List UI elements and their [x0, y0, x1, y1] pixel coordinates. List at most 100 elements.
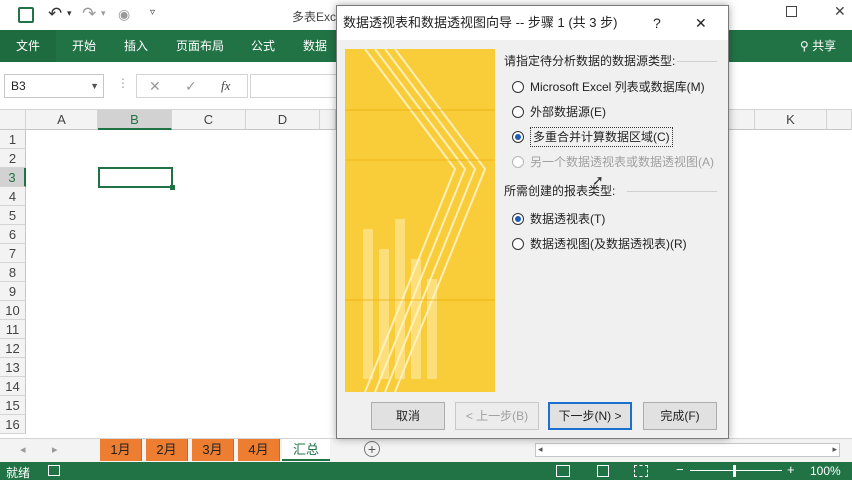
- next-button[interactable]: 下一步(N) >: [548, 402, 632, 430]
- column-header-d[interactable]: D: [246, 110, 320, 130]
- normal-view-icon[interactable]: [556, 465, 570, 477]
- row-header[interactable]: 12: [0, 339, 26, 358]
- macro-record-icon[interactable]: [48, 465, 60, 476]
- close-icon[interactable]: ✕: [695, 6, 707, 40]
- row-header[interactable]: 11: [0, 320, 26, 339]
- zoom-slider-thumb[interactable]: [733, 465, 736, 477]
- pivot-wizard-dialog: 数据透视表和数据透视图向导 -- 步骤 1 (共 3 步) ? ✕ 请指定待分析…: [336, 5, 729, 439]
- name-box[interactable]: B3 ▼: [4, 74, 104, 98]
- tab-insert[interactable]: 插入: [114, 30, 158, 62]
- touch-mode-icon[interactable]: ◉: [118, 6, 130, 23]
- sheet-tab-feb[interactable]: 2月: [146, 439, 188, 461]
- scroll-right-icon[interactable]: ▸: [52, 443, 58, 456]
- radio-pivot-chart[interactable]: [512, 238, 524, 250]
- row-header[interactable]: 3: [0, 168, 26, 187]
- option-excel-list-label: Microsoft Excel 列表或数据库(M): [530, 80, 705, 94]
- row-header[interactable]: 9: [0, 282, 26, 301]
- finish-button[interactable]: 完成(F): [643, 402, 717, 430]
- option-pivot-table-label: 数据透视表(T): [530, 212, 606, 226]
- column-header-c[interactable]: C: [172, 110, 246, 130]
- cancel-entry-icon[interactable]: ✕: [149, 78, 161, 95]
- help-button[interactable]: ?: [653, 6, 661, 40]
- back-button: < 上一步(B): [455, 402, 539, 430]
- row-header[interactable]: 8: [0, 263, 26, 282]
- zoom-out-icon[interactable]: −: [676, 462, 684, 477]
- save-icon[interactable]: [18, 7, 34, 23]
- share-button[interactable]: ⚲ 共享: [788, 30, 848, 62]
- tab-page-layout[interactable]: 页面布局: [166, 30, 234, 62]
- column-header-a[interactable]: A: [26, 110, 98, 130]
- row-header[interactable]: 16: [0, 415, 26, 434]
- group-divider: [627, 191, 717, 192]
- sheet-tab-mar[interactable]: 3月: [192, 439, 234, 461]
- sheet-tab-jan[interactable]: 1月: [100, 439, 142, 461]
- close-window-icon[interactable]: ✕: [834, 3, 846, 20]
- horizontal-scrollbar[interactable]: ◂ ▸: [535, 443, 840, 457]
- tab-home[interactable]: 开始: [62, 30, 106, 62]
- option-multiple-ranges-label: 多重合并计算数据区域(C): [530, 127, 673, 147]
- sheet-tab-bar: ◂ ▸ 1月 2月 3月 4月 汇总 + ◂ ▸: [0, 438, 852, 462]
- page-break-view-icon[interactable]: [634, 465, 648, 477]
- radio-pivot-table[interactable]: [512, 213, 524, 225]
- scrollbar-right-arrow-icon[interactable]: ▸: [832, 444, 837, 455]
- redo-icon[interactable]: ↷: [82, 4, 96, 24]
- redo-dropdown-icon[interactable]: ▾: [101, 8, 106, 19]
- zoom-slider[interactable]: [690, 470, 782, 471]
- row-header[interactable]: 15: [0, 396, 26, 415]
- sheet-tab-apr[interactable]: 4月: [238, 439, 280, 461]
- restore-icon[interactable]: [786, 6, 797, 17]
- radio-another-pivot: [512, 156, 524, 168]
- row-header[interactable]: 10: [0, 301, 26, 320]
- confirm-entry-icon[interactable]: ✓: [185, 78, 197, 95]
- group-divider: [677, 61, 717, 62]
- tab-data[interactable]: 数据: [294, 30, 336, 62]
- cancel-button[interactable]: 取消: [371, 402, 445, 430]
- column-header-hidden[interactable]: [320, 110, 336, 130]
- column-header-l[interactable]: [827, 110, 852, 130]
- source-type-group-label: 请指定待分析数据的数据源类型:: [504, 54, 676, 68]
- option-pivot-chart-label: 数据透视图(及数据透视表)(R): [530, 237, 687, 251]
- column-header-k[interactable]: K: [755, 110, 827, 130]
- row-header[interactable]: 7: [0, 244, 26, 263]
- scrollbar-left-arrow-icon[interactable]: ◂: [538, 444, 543, 455]
- formula-input[interactable]: [250, 74, 340, 98]
- zoom-in-icon[interactable]: +: [787, 462, 795, 477]
- row-header[interactable]: 6: [0, 225, 26, 244]
- selected-cell-b3[interactable]: [98, 167, 173, 188]
- radio-excel-list[interactable]: [512, 81, 524, 93]
- column-header-b[interactable]: B: [98, 110, 172, 130]
- status-bar: 就绪 − + 100%: [0, 462, 852, 480]
- row-header[interactable]: 2: [0, 149, 26, 168]
- undo-dropdown-icon[interactable]: ▾: [67, 8, 72, 19]
- select-all-corner[interactable]: [0, 110, 26, 130]
- share-label: 共享: [812, 39, 837, 53]
- row-header[interactable]: 1: [0, 130, 26, 149]
- undo-icon[interactable]: ↶: [48, 4, 62, 24]
- row-header[interactable]: 14: [0, 377, 26, 396]
- dialog-title: 数据透视表和数据透视图向导 -- 步骤 1 (共 3 步): [343, 15, 618, 30]
- customize-qat-icon[interactable]: ▿: [150, 7, 155, 18]
- radio-external-source[interactable]: [512, 106, 524, 118]
- sheet-tab-summary[interactable]: 汇总: [282, 439, 330, 461]
- formula-buttons: ✕ ✓ fx: [136, 74, 248, 98]
- tab-file[interactable]: 文件: [0, 30, 56, 62]
- column-header-j[interactable]: [729, 110, 755, 130]
- chevron-down-icon[interactable]: ▼: [90, 75, 99, 97]
- option-another-pivot-label: 另一个数据透视表或数据透视图(A): [530, 155, 714, 169]
- zoom-level[interactable]: 100%: [810, 464, 841, 478]
- mouse-cursor-icon: ➚: [592, 172, 604, 188]
- scroll-left-icon[interactable]: ◂: [20, 443, 26, 456]
- name-box-value: B3: [11, 79, 26, 93]
- insert-function-icon[interactable]: fx: [221, 78, 230, 94]
- option-external-source-label: 外部数据源(E): [530, 105, 606, 119]
- dialog-title-bar: 数据透视表和数据透视图向导 -- 步骤 1 (共 3 步) ? ✕: [337, 6, 728, 40]
- tab-formulas[interactable]: 公式: [242, 30, 284, 62]
- add-sheet-icon[interactable]: +: [364, 441, 380, 457]
- fill-handle[interactable]: [170, 185, 175, 190]
- row-header[interactable]: 4: [0, 187, 26, 206]
- page-layout-view-icon[interactable]: [597, 465, 609, 477]
- more-options-icon: ⋮: [117, 76, 129, 90]
- radio-multiple-ranges[interactable]: [512, 131, 524, 143]
- row-header[interactable]: 5: [0, 206, 26, 225]
- row-header[interactable]: 13: [0, 358, 26, 377]
